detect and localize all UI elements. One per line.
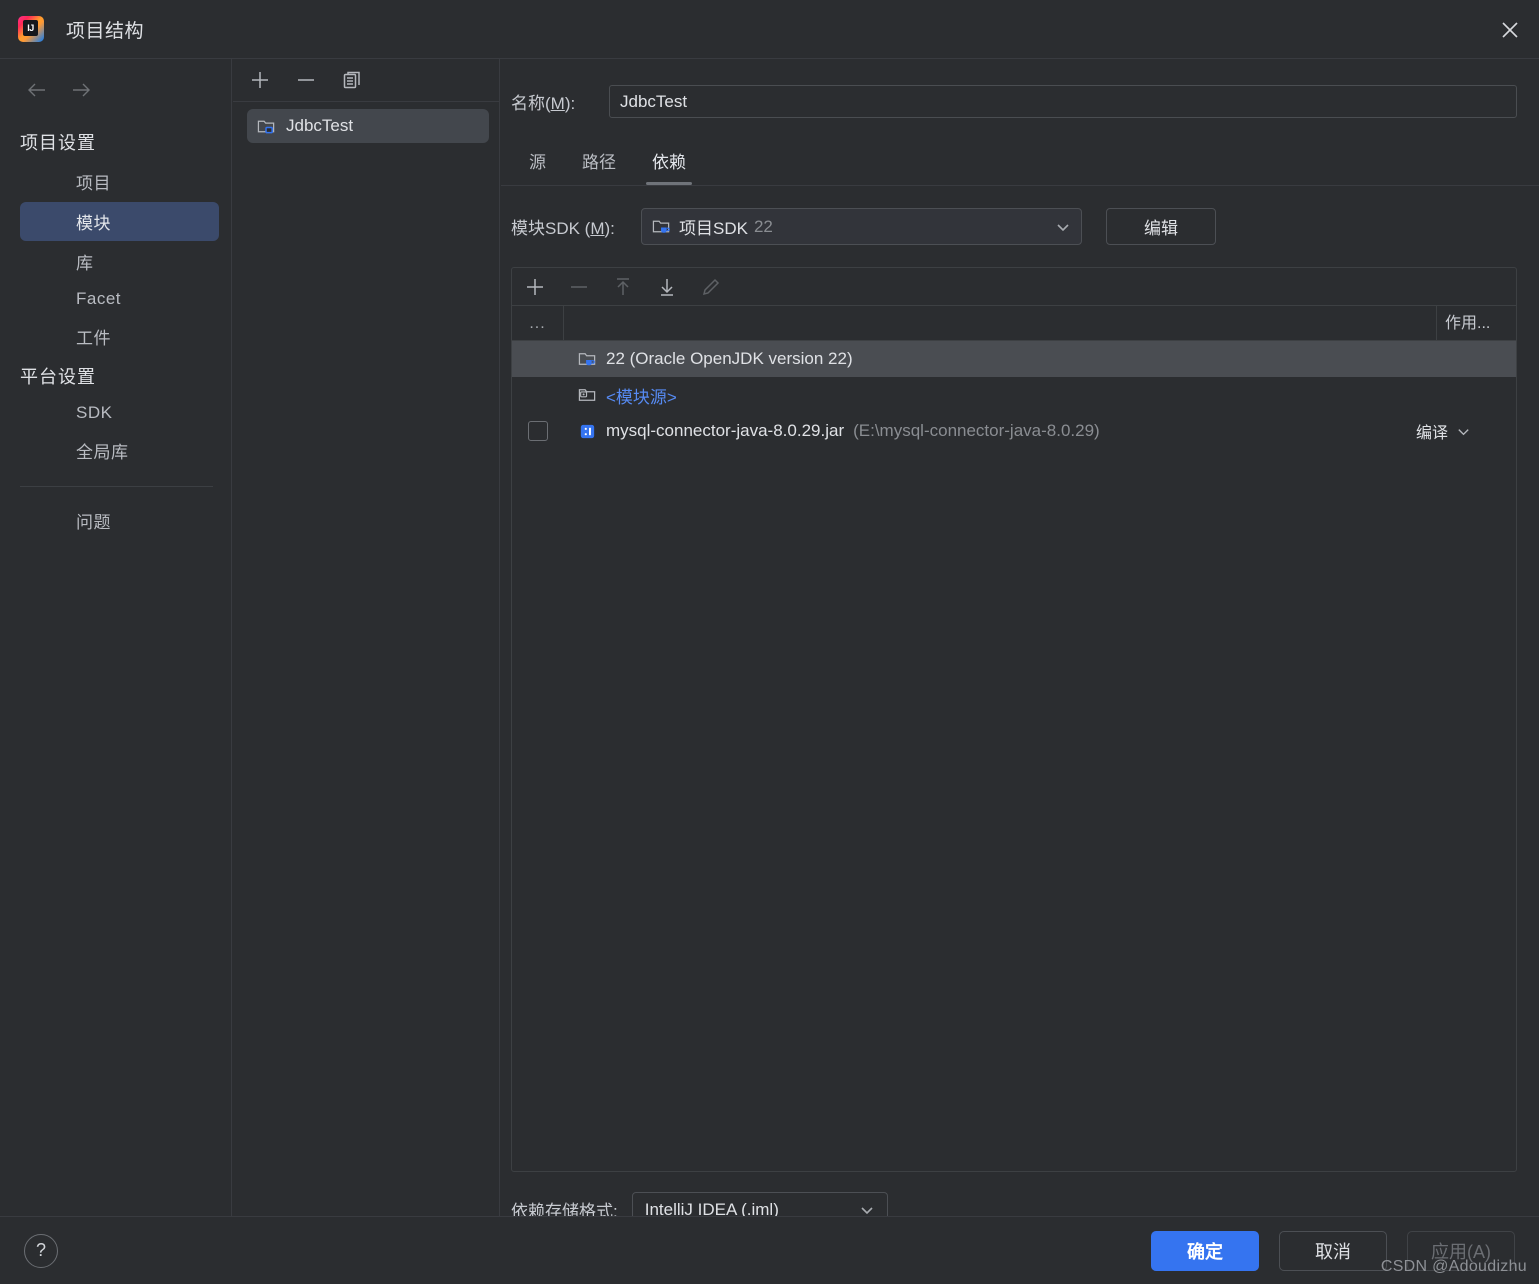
row-name-label: <模块源> (606, 387, 677, 407)
title-bar: IJ 项目结构 (0, 0, 1539, 59)
chevron-down-icon (1057, 223, 1069, 231)
module-tabs: 源 路径 依赖 (501, 118, 1539, 185)
dialog-title: 项目结构 (66, 20, 145, 42)
plus-icon[interactable] (247, 67, 273, 93)
module-list-item-jdbctest[interactable]: JdbcTest (247, 109, 489, 143)
row-name-cell: <模块源> (564, 383, 1416, 408)
sidebar-item-problems[interactable]: 问题 (20, 501, 219, 540)
plus-icon[interactable] (522, 274, 548, 300)
row-name-cell: mysql-connector-java-8.0.29.jar (E:\mysq… (564, 421, 1416, 441)
module-item-label: JdbcTest (286, 116, 354, 135)
jdk-icon (578, 352, 596, 365)
module-sdk-row: 模块SDK (M): 项目SDK 22 编辑 (501, 186, 1539, 245)
sidebar-item-artifacts[interactable]: 工件 (20, 317, 219, 356)
table-row[interactable]: <模块源> (512, 377, 1516, 413)
row-name-label: 22 (Oracle OpenJDK version 22) (606, 349, 853, 368)
tab-dependencies[interactable]: 依赖 (634, 140, 704, 185)
question-mark-icon[interactable]: ? (24, 1233, 58, 1268)
row-name-label: mysql-connector-java-8.0.29.jar (606, 421, 845, 440)
ok-button[interactable]: 确定 (1151, 1230, 1259, 1271)
copy-icon[interactable] (339, 67, 365, 93)
module-detail-pane: 名称(M): 源 路径 依赖 模块SDK (M): 项目SDK 22 编辑 (501, 59, 1539, 1227)
module-sdk-label: 模块SDK (M): (511, 219, 615, 238)
sidebar-item-global-libraries[interactable]: 全局库 (20, 431, 219, 470)
sidebar-item-project[interactable]: 项目 (20, 162, 219, 201)
row-export-checkbox[interactable] (528, 421, 548, 441)
module-name-label: 名称(M): (511, 94, 576, 113)
tab-sources[interactable]: 源 (511, 140, 564, 185)
sidebar-group-platform-settings: 平台设置 (20, 367, 96, 387)
module-sdk-value: 项目SDK (679, 219, 748, 238)
table-row[interactable]: 22 (Oracle OpenJDK version 22) (512, 341, 1516, 377)
apply-button: 应用(A) (1407, 1230, 1515, 1271)
column-header-name (564, 306, 1436, 340)
settings-sidebar: 项目设置 项目 模块 库 Facet 工件 平台设置 SDK 全局库 问题 (0, 59, 232, 1216)
arrow-right-icon[interactable] (68, 77, 94, 103)
module-source-icon (578, 388, 596, 401)
jar-icon (580, 424, 595, 438)
arrow-left-icon[interactable] (24, 77, 50, 103)
dependencies-table-container: ... 作用... 22 (Oracle OpenJDK version 22) (511, 267, 1517, 1172)
table-row[interactable]: mysql-connector-java-8.0.29.jar (E:\mysq… (512, 413, 1516, 449)
pencil-icon[interactable] (698, 274, 724, 300)
chevron-down-icon (1458, 428, 1469, 435)
cancel-button[interactable]: 取消 (1279, 1230, 1387, 1271)
row-name-cell: 22 (Oracle OpenJDK version 22) (564, 349, 1416, 369)
module-name-row: 名称(M): (501, 59, 1539, 118)
modules-toolbar (233, 59, 499, 102)
tab-paths[interactable]: 路径 (564, 140, 634, 185)
sidebar-list: 项目设置 项目 模块 库 Facet 工件 平台设置 SDK 全局库 问题 (0, 123, 231, 540)
arrow-up-bar-icon[interactable] (610, 274, 636, 300)
sidebar-item-libraries[interactable]: 库 (20, 242, 219, 281)
arrow-down-bar-icon[interactable] (654, 274, 680, 300)
module-sdk-select[interactable]: 项目SDK 22 (641, 208, 1082, 245)
navigation-arrows (0, 59, 231, 103)
sidebar-divider (20, 486, 213, 487)
module-name-input[interactable] (609, 85, 1517, 118)
modules-panel: JdbcTest (233, 59, 500, 1216)
minus-icon[interactable] (566, 274, 592, 300)
row-export-cell (512, 421, 564, 441)
sdk-folder-icon (652, 220, 670, 233)
dependencies-table-header: ... 作用... (512, 306, 1516, 341)
sidebar-item-facets[interactable]: Facet (20, 282, 219, 316)
project-structure-dialog: IJ 项目结构 项目设置 项目 模块 库 Facet 工件 平台设置 SDK 全… (0, 0, 1539, 1284)
edit-sdk-button[interactable]: 编辑 (1106, 208, 1216, 245)
footer-actions: 确定 取消 应用(A) (1151, 1230, 1539, 1271)
sidebar-item-sdks[interactable]: SDK (20, 396, 219, 430)
dialog-footer: ? 确定 取消 应用(A) (0, 1216, 1539, 1284)
row-scope-select[interactable]: 编译 (1416, 419, 1516, 443)
close-icon[interactable] (1481, 0, 1539, 59)
sidebar-group-project-settings: 项目设置 (20, 133, 96, 153)
minus-icon[interactable] (293, 67, 319, 93)
dependencies-table-body: 22 (Oracle OpenJDK version 22) <模块源> mys… (512, 341, 1516, 1171)
row-path-label: (E:\mysql-connector-java-8.0.29) (853, 421, 1100, 440)
row-scope-label: 编译 (1416, 425, 1449, 442)
logo-letters: IJ (23, 20, 38, 36)
module-sdk-version: 22 (753, 216, 773, 236)
column-header-scope: 作用... (1436, 306, 1516, 340)
dependencies-toolbar (512, 268, 1516, 306)
column-header-export: ... (512, 306, 564, 340)
intellij-logo-icon: IJ (18, 16, 44, 42)
module-folder-icon (257, 120, 275, 133)
sidebar-item-modules[interactable]: 模块 (20, 202, 219, 241)
